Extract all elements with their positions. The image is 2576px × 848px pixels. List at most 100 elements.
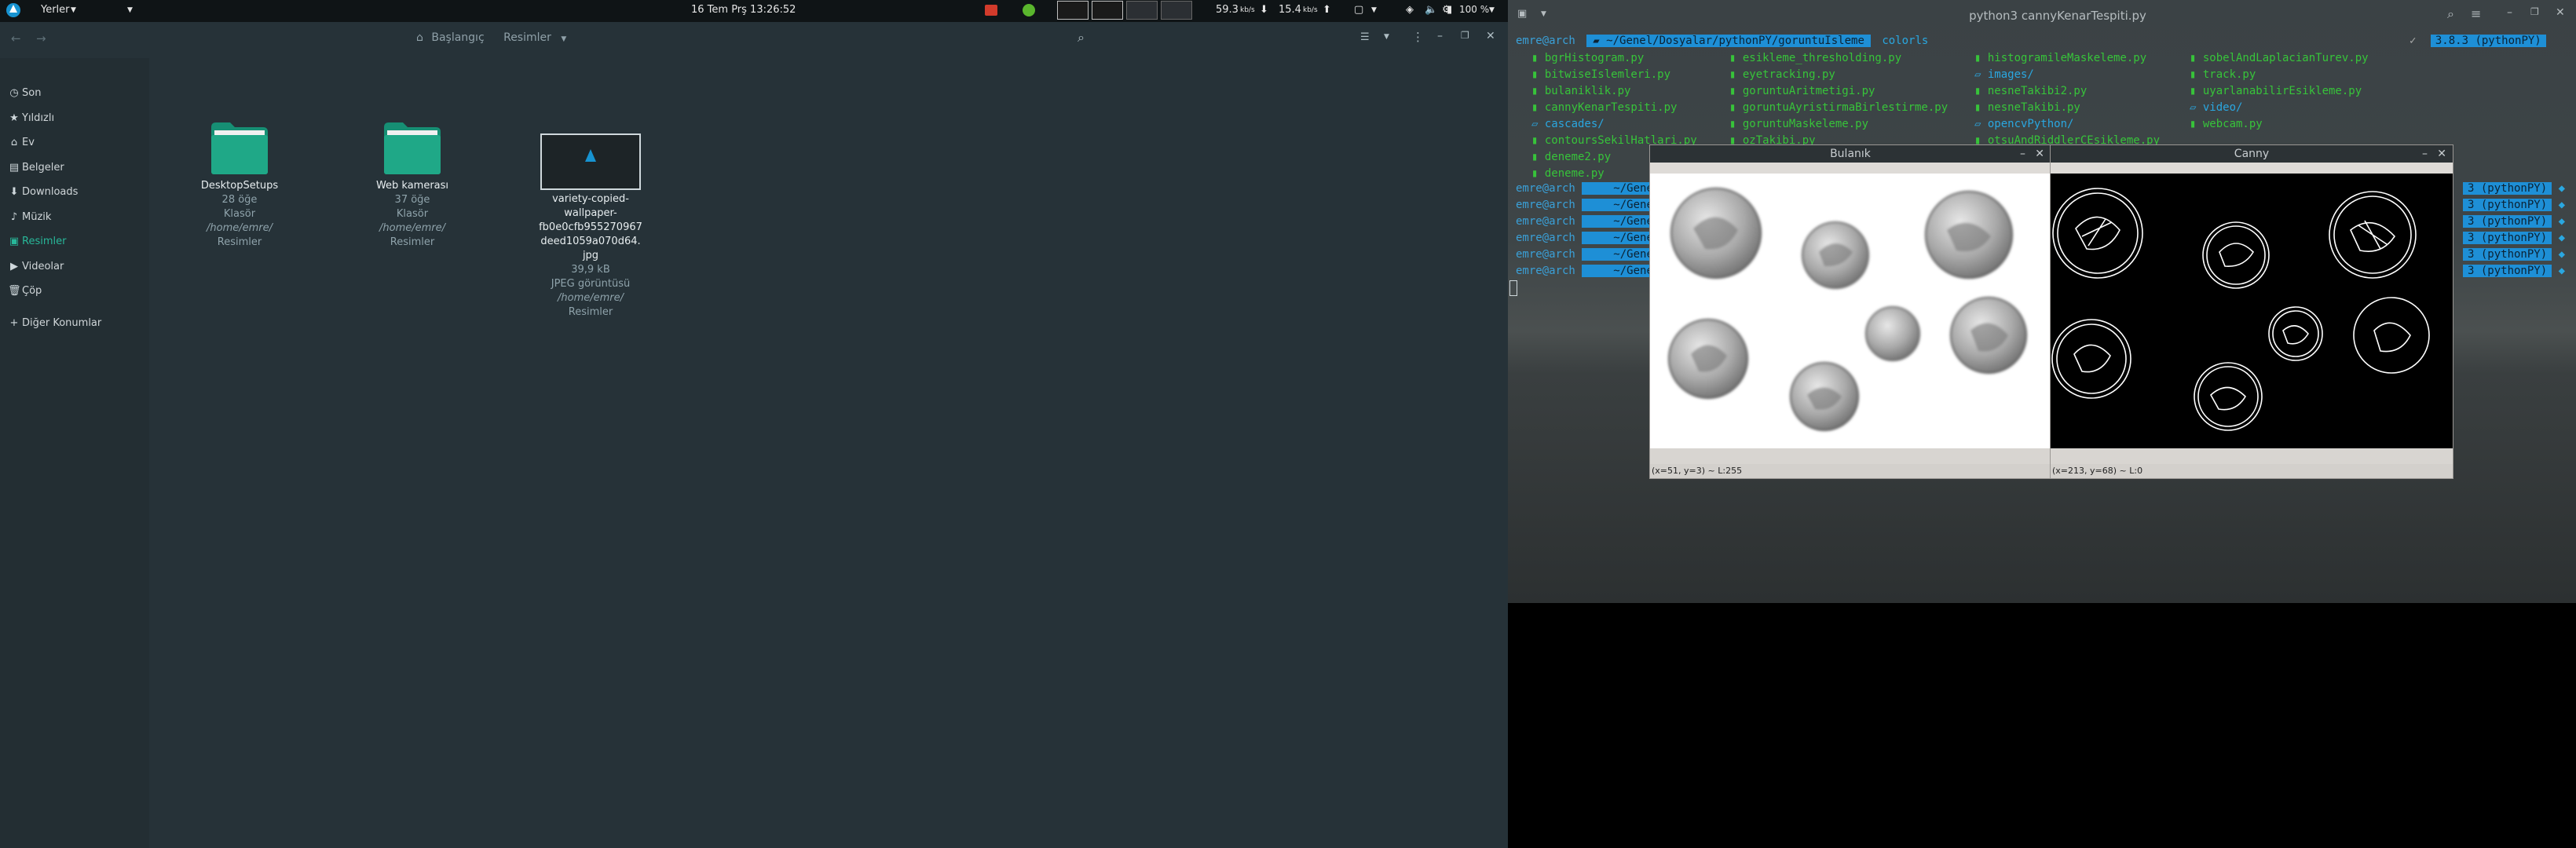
sidebar-item-son[interactable]: ◷ Son (0, 82, 149, 104)
maximize-icon[interactable]: ❐ (2530, 6, 2539, 17)
places-dropdown-icon[interactable]: ▼ (71, 6, 76, 14)
item-count: 37 öğe (394, 194, 430, 206)
back-icon[interactable]: ← (11, 31, 21, 46)
sidebar-item-music[interactable]: ♪ Müzik (0, 207, 149, 228)
workspace-3[interactable] (1126, 1, 1158, 20)
file-entry: nesneTakibi.py (1987, 101, 2080, 114)
search-icon[interactable]: ⌕ (2447, 6, 2454, 22)
home-icon[interactable]: ⌂ (416, 31, 423, 44)
image-file-item[interactable]: variety-copied- wallpaper- fb0e0cfb95527… (532, 133, 649, 320)
diamond-icon: ◆ (2558, 232, 2566, 244)
prompt-path: ~/Gene (1582, 182, 1656, 195)
close-icon[interactable]: ✕ (2035, 145, 2044, 163)
canny-window-titlebar[interactable]: Canny – ✕ (2051, 145, 2453, 163)
menu-icon[interactable]: ≡ (2471, 6, 2481, 21)
sidebar-item-starred[interactable]: ★ Yıldızlı (0, 108, 149, 130)
breadcrumb-dropdown-icon[interactable]: ▼ (561, 35, 566, 43)
breadcrumb-current[interactable]: Resimler (503, 31, 551, 44)
sidebar-item-trash[interactable]: 🗑 Çöp (0, 280, 149, 302)
clipboard-icon[interactable]: ▢ (1354, 4, 1363, 16)
prompt-user: emre@arch (1516, 35, 1575, 47)
dir-entry: images/ (1987, 68, 2034, 81)
close-icon[interactable]: ✕ (2437, 145, 2446, 163)
minimize-icon[interactable]: – (2020, 145, 2025, 163)
red-app-icon[interactable] (985, 5, 997, 16)
diamond-icon: ◆ (2558, 182, 2566, 195)
view-options-icon[interactable]: ☰ (1360, 31, 1370, 43)
close-icon[interactable]: ✕ (2556, 6, 2565, 19)
sidebar-item-pictures[interactable]: ▣ Resimler (0, 231, 149, 253)
green-app-icon[interactable] (1023, 4, 1035, 16)
canny-image-window[interactable]: Canny – ✕ (x=213, y=68) ~ L:0 (2050, 144, 2453, 479)
menu-icon[interactable]: ⋮ (1412, 30, 1424, 44)
file-icon: ▮ (1974, 52, 1988, 64)
canny-window-status: (x=213, y=68) ~ L:0 (2051, 464, 2453, 478)
battery-dropdown-icon[interactable]: ▼ (1489, 6, 1495, 14)
search-icon[interactable]: ⌕ (1078, 30, 1085, 46)
breadcrumb-home[interactable]: Başlangıç (431, 31, 484, 44)
prompt-user: emre@arch (1516, 232, 1575, 244)
maximize-icon[interactable]: ❐ (1461, 30, 1469, 41)
sidebar-item-other-locations[interactable]: + Diğer Konumlar (0, 313, 149, 334)
blur-image-window[interactable]: Bulanık – ✕ (x=51, y=3) ~ L:255 (1649, 144, 2051, 479)
minimize-icon[interactable]: – (2507, 6, 2512, 19)
panel-clock[interactable]: 16 Tem Prş 13:26:52 (691, 4, 796, 16)
terminal-menu-icon[interactable]: ▣ (1517, 8, 1527, 20)
file-column-3: ▮ histogramileMaskeleme.py ▱ images/ ▮ n… (1974, 50, 2160, 149)
sidebar-item-home[interactable]: ⌂ Ev (0, 132, 149, 154)
venv-badge-text: 3.8.3 (pythonPY) (2430, 35, 2546, 47)
folder-icon: ▱ (1974, 68, 1988, 81)
file-manager-header: ← → ⌂ Başlangıç Resimler ▼ ⌕ ☰ ▼ ⋮ – ❐ ✕ (0, 22, 1508, 58)
sidebar-item-videos[interactable]: ▶ Videolar (0, 256, 149, 278)
venv-badge-text: 3 (pythonPY) (2463, 215, 2552, 228)
folder-item[interactable]: DesktopSetups 28 öğe Klasör /home/emre/ … (181, 121, 298, 250)
blur-window-status: (x=51, y=3) ~ L:255 (1650, 464, 2051, 478)
file-column-4: ▮ sobelAndLaplacianTurev.py ▮ track.py ▮… (2190, 50, 2369, 133)
file-entry: bitwiseIslemleri.py (1544, 68, 1671, 81)
item-type: JPEG görüntüsü (551, 278, 631, 290)
file-entry: cannyKenarTespiti.py (1544, 101, 1678, 114)
workspace-2[interactable] (1092, 1, 1123, 20)
wifi-icon[interactable]: ◈ (1406, 4, 1414, 16)
view-dropdown-icon[interactable]: ▼ (1384, 33, 1389, 41)
check-icon: ✓ (2410, 35, 2417, 47)
item-name-line: wallpaper- (564, 207, 617, 219)
venv-badge-text: 3 (pythonPY) (2463, 265, 2552, 277)
file-entry: deneme.py (1544, 167, 1605, 180)
venv-badge-text: 3 (pythonPY) (2463, 199, 2552, 211)
panel-dropdown-icon[interactable]: ▼ (127, 6, 133, 14)
item-name-line: jpg (582, 250, 599, 261)
file-icon: ▮ (1974, 101, 1988, 114)
prompt-path: ~/Gene (1582, 248, 1656, 261)
item-path: /home/emre/ (207, 222, 273, 234)
folder-icon: ▱ (1974, 118, 1988, 130)
workspace-4[interactable] (1161, 1, 1192, 20)
prompt-path: ~/Gene (1582, 265, 1656, 277)
forward-icon[interactable]: → (36, 31, 46, 46)
blur-window-titlebar[interactable]: Bulanık – ✕ (1650, 145, 2051, 163)
file-icon: ▮ (2190, 118, 2203, 130)
canny-edges-image (2051, 174, 2453, 448)
sidebar-item-downloads[interactable]: ⬇ Downloads (0, 181, 149, 203)
window-title: Canny (2234, 148, 2270, 160)
terminal-dropdown-icon[interactable]: ▼ (1541, 10, 1546, 18)
prompt-user: emre@arch (1516, 199, 1575, 211)
canny-window-toolbar (2051, 163, 2453, 174)
file-manager-window: ← → ⌂ Başlangıç Resimler ▼ ⌕ ☰ ▼ ⋮ – ❐ ✕… (0, 22, 1508, 848)
folder-item[interactable]: Web kamerası 37 öğe Klasör /home/emre/ R… (353, 121, 471, 250)
clipboard-dropdown-icon[interactable]: ▼ (1371, 6, 1377, 14)
diamond-icon: ◆ (2558, 199, 2566, 211)
volume-icon[interactable]: 🔈 (1425, 4, 1437, 16)
sidebar-item-documents[interactable]: ▤ Belgeler (0, 157, 149, 179)
file-entry: track.py (2202, 68, 2256, 81)
workspace-1[interactable] (1057, 1, 1089, 20)
folder-icon (384, 122, 441, 174)
item-name: DesktopSetups (200, 180, 279, 192)
window-title: Bulanık (1830, 148, 1871, 160)
minimize-icon[interactable]: – (2422, 145, 2428, 163)
close-icon[interactable]: ✕ (1486, 30, 1495, 42)
places-menu[interactable]: Yerler (41, 4, 70, 16)
star-icon: ★ (9, 112, 19, 124)
minimize-icon[interactable]: – (1437, 30, 1443, 42)
battery-icon[interactable]: ▮ (1447, 4, 1452, 16)
